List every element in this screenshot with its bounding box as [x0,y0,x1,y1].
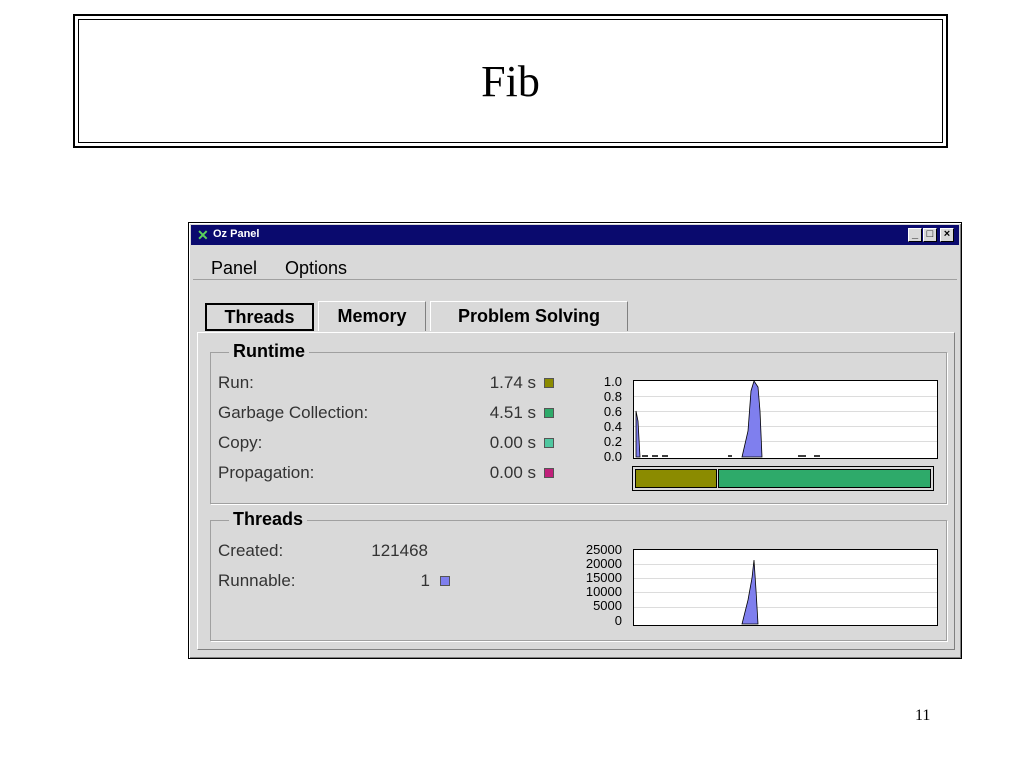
created-label: Created: [218,541,284,560]
threads-ytick: 15000 [585,570,622,585]
runnable-color-swatch [440,576,450,586]
threads-ytick: 20000 [585,556,622,571]
runtime-chart-svg [634,381,937,458]
propagation-value: 0.00 s [489,463,536,482]
close-button[interactable]: × [940,228,954,242]
created-value: 121468 [371,541,428,560]
menu-options[interactable]: Options [285,258,347,279]
menubar: Panel Options [193,248,957,280]
window-titlebar[interactable]: ✕ Oz Panel _ □ × [191,225,959,245]
runtime-group-label: Runtime [229,341,309,362]
gc-value: 4.51 s [489,403,536,422]
ratio-gc-segment [718,469,931,488]
threads-ytick: 5000 [593,598,622,613]
run-value: 1.74 s [489,373,536,392]
copy-value: 0.00 s [489,433,536,452]
slide-title: Fib [481,56,540,106]
slide-title-box: Fib [73,14,948,148]
x-app-icon: ✕ [197,227,209,243]
threads-ytick: 0 [614,613,622,628]
runtime-ratio-bar [632,466,934,491]
runnable-label: Runnable: [218,571,296,590]
threads-ytick: 25000 [585,542,622,557]
propagation-color-swatch [544,468,554,478]
run-label: Run: [218,373,254,392]
propagation-label: Propagation: [218,463,315,482]
runtime-ytick: 0.4 [603,419,622,434]
runtime-chart [633,380,938,459]
maximize-button[interactable]: □ [923,228,937,242]
runnable-value: 1 [420,571,430,590]
tab-memory[interactable]: Memory [318,301,426,331]
threads-gridlines [634,564,937,608]
runtime-ytick: 0.6 [603,404,622,419]
runtime-ytick: 1.0 [603,374,622,389]
runtime-spike-1 [635,410,641,458]
slide-title-frame: Fib [78,19,943,143]
ratio-run-segment [635,469,717,488]
runtime-ytick: 0.0 [603,449,622,464]
run-color-swatch [544,378,554,388]
minimize-button[interactable]: _ [908,228,922,242]
copy-label: Copy: [218,433,263,452]
gc-color-swatch [544,408,554,418]
runtime-ytick: 0.8 [603,389,622,404]
threads-ytick: 10000 [585,584,622,599]
runtime-gridlines [634,396,937,442]
window-title: Oz Panel [213,228,260,240]
slide-number: 11 [915,707,931,724]
runtime-spike-2 [741,381,763,458]
copy-color-swatch [544,438,554,448]
tab-problem-solving[interactable]: Problem Solving [430,301,628,331]
tab-threads[interactable]: Threads [205,303,314,331]
gc-label: Garbage Collection: [218,403,369,422]
runtime-ytick: 0.2 [603,434,622,449]
threads-chart-svg [634,559,937,625]
threads-chart [633,549,938,626]
threads-group-label: Threads [229,509,308,530]
menu-panel[interactable]: Panel [211,258,257,279]
